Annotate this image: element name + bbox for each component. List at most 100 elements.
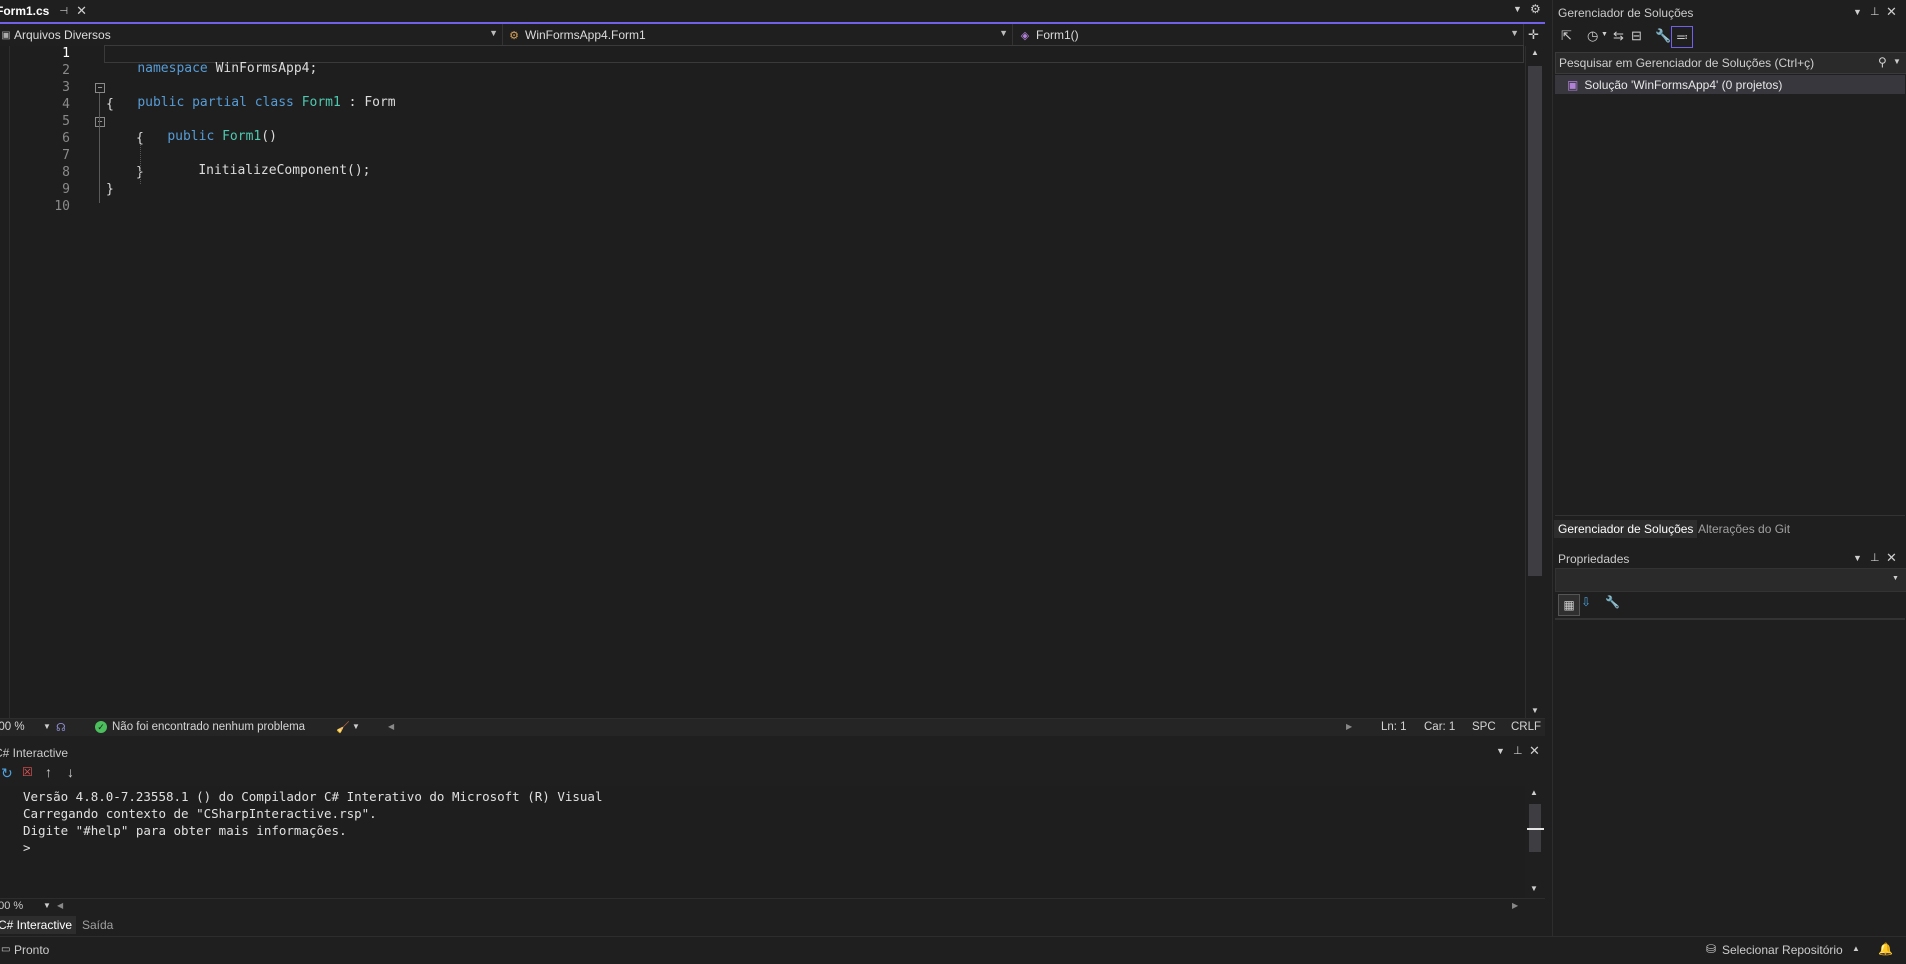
tab-list-dropdown-icon[interactable]: ▼ (1513, 4, 1522, 14)
gear-icon[interactable]: ⚙ (1530, 2, 1541, 16)
line-ending-indicator[interactable]: CRLF (1511, 721, 1541, 733)
line-number: 2 (62, 63, 70, 78)
chevron-down-icon[interactable]: ▼ (1853, 553, 1862, 563)
preview-icon[interactable]: ≕ (1671, 26, 1693, 48)
solution-label: Solução 'WinFormsApp4' (0 projetos) (1584, 77, 1783, 92)
interactive-window-header: C# Interactive ▼ ⊥ ✕ (0, 743, 1545, 762)
scroll-right-icon[interactable]: ▶ (1346, 722, 1352, 731)
sort-alpha-icon[interactable]: ⇩ (1581, 595, 1591, 609)
scroll-up-icon[interactable]: ▲ (1530, 788, 1538, 797)
pin-icon[interactable]: ⊥ (1513, 744, 1523, 757)
pin-icon[interactable]: ⊥ (1870, 551, 1880, 564)
keyword: public (137, 95, 185, 110)
chevron-down-icon[interactable]: ▼ (352, 722, 360, 731)
history-icon[interactable]: ◷ (1587, 28, 1598, 44)
interactive-status-line: 100 % ▼ ◀ ▶ (0, 898, 1545, 915)
arrow-up-icon[interactable]: ↑ (45, 764, 52, 780)
chevron-down-icon[interactable]: ▼ (43, 901, 51, 910)
scroll-right-icon[interactable]: ▶ (1512, 901, 1518, 910)
chevron-down-icon[interactable]: ▼ (1496, 746, 1505, 756)
navigation-bar: ▣ Arquivos Diversos ▼ ⚙ WinFormsApp4.For… (0, 24, 1545, 47)
copilot-icon[interactable]: ☊ (56, 721, 66, 734)
output-line: Versão 4.8.0-7.23558.1 () do Compilador … (23, 789, 603, 804)
scroll-down-icon[interactable]: ▼ (1531, 706, 1539, 715)
editor-status-line: 100 % ▼ ☊ ✓ Não foi encontrado nenhum pr… (0, 718, 1545, 736)
collapse-icon[interactable]: − (95, 83, 105, 93)
tab-form1-cs[interactable]: Form1.cs ⊣ ✕ (0, 0, 92, 22)
scroll-down-icon[interactable]: ▼ (1530, 884, 1538, 893)
cleanup-icon[interactable]: 🧹 (336, 721, 350, 734)
scroll-up-icon[interactable]: ▲ (1531, 48, 1539, 57)
bottom-tab-strip: C# Interactive Saída (0, 914, 1545, 936)
code-editor[interactable]: 1 2 3 4 5 6 7 8 9 10 − − namespace WinFo… (0, 45, 1525, 718)
issues-status[interactable]: Não foi encontrado nenhum problema (112, 721, 305, 733)
property-pages-icon[interactable]: 🔧 (1605, 595, 1620, 609)
solution-search-input[interactable]: Pesquisar em Gerenciador de Soluções (Ct… (1555, 52, 1906, 74)
tab-csharp-interactive[interactable]: C# Interactive (0, 916, 77, 934)
zoom-level[interactable]: 100 % (0, 721, 25, 733)
scroll-left-icon[interactable]: ◀ (388, 722, 394, 731)
interactive-zoom[interactable]: 100 % (0, 900, 23, 912)
close-icon[interactable]: ✕ (76, 3, 87, 19)
code-line-4: { (106, 97, 114, 112)
params: () (261, 129, 277, 144)
categorized-icon[interactable]: ▦ (1558, 594, 1580, 616)
class-dropdown[interactable]: ⚙ WinFormsApp4.Form1 ▼ (506, 24, 1013, 46)
switch-views-icon[interactable]: ⇱ (1561, 28, 1572, 44)
line-number: 8 (62, 165, 70, 180)
scroll-left-icon[interactable]: ◀ (57, 901, 63, 910)
interactive-output[interactable]: Versão 4.8.0-7.23558.1 () do Compilador … (0, 786, 1525, 898)
keyword: class (246, 95, 294, 110)
wrench-icon[interactable]: 🔧 (1655, 28, 1671, 44)
line-number: 7 (62, 148, 70, 163)
code-line-7: InitializeComponent(); (167, 148, 370, 193)
properties-title: Propriedades (1558, 552, 1630, 566)
constructor-name: Form1 (214, 129, 262, 144)
document-tab-strip: Form1.cs ⊣ ✕ ▼ ⚙ (0, 0, 1545, 24)
reset-icon[interactable]: ↻ (1, 765, 13, 782)
tab-output[interactable]: Saída (78, 916, 117, 934)
chevron-up-icon[interactable]: ▲ (1852, 944, 1860, 953)
tab-solution-explorer[interactable]: Gerenciador de Soluções (1554, 520, 1698, 538)
solution-node[interactable]: ▣ Solução 'WinFormsApp4' (0 projetos) (1555, 75, 1905, 94)
tab-filename: Form1.cs (0, 4, 50, 18)
select-repository-button[interactable]: Selecionar Repositório (1722, 943, 1843, 957)
chevron-down-icon[interactable]: ▼ (43, 722, 51, 731)
search-placeholder: Pesquisar em Gerenciador de Soluções (Ct… (1559, 56, 1815, 70)
arrow-down-icon[interactable]: ↓ (67, 764, 74, 780)
close-icon[interactable]: ✕ (1886, 550, 1897, 566)
notifications-icon[interactable]: 🔔 (1878, 942, 1893, 956)
interactive-toolbar: ↻ ☒ ↑ ↓ (0, 762, 1545, 786)
line-indicator[interactable]: Ln: 1 (1381, 721, 1407, 733)
project-dropdown[interactable]: ▣ Arquivos Diversos ▼ (0, 24, 503, 46)
collapse-all-icon[interactable]: ⊟ (1631, 28, 1642, 44)
clear-icon[interactable]: ☒ (22, 765, 33, 779)
sync-icon[interactable]: ⇆ (1613, 28, 1624, 44)
prompt[interactable]: > (23, 840, 31, 855)
close-icon[interactable]: ✕ (1529, 743, 1540, 759)
chevron-down-icon[interactable]: ▼ (1893, 57, 1901, 66)
interactive-vertical-scrollbar[interactable]: ▲ ▼ (1525, 786, 1545, 898)
scrollbar-thumb[interactable] (1528, 66, 1542, 576)
output-line: Carregando contexto de "CSharpInteractiv… (23, 806, 377, 821)
solution-explorer-title: Gerenciador de Soluções (1558, 6, 1694, 20)
char-indicator[interactable]: Car: 1 (1424, 721, 1455, 733)
chevron-down-icon: ▼ (999, 28, 1008, 38)
tab-git-changes[interactable]: Alterações do Git (1694, 520, 1794, 538)
pin-icon[interactable]: ⊥ (1870, 5, 1880, 18)
member-label: Form1() (1036, 28, 1079, 42)
properties-object-select[interactable]: ▼ (1555, 568, 1906, 592)
search-icon[interactable]: ⚲ (1878, 55, 1887, 69)
solution-explorer-tabs: Gerenciador de Soluções Alterações do Gi… (1553, 518, 1906, 540)
pin-icon[interactable]: ⊣ (59, 6, 68, 17)
whitespace-indicator[interactable]: SPC (1472, 721, 1496, 733)
properties-grid[interactable] (1555, 619, 1905, 937)
split-window-icon[interactable]: ✛ (1528, 27, 1539, 43)
chevron-down-icon[interactable]: ▼ (1853, 7, 1862, 17)
solution-tree-area[interactable] (1555, 95, 1905, 516)
collapse-icon[interactable]: − (95, 117, 105, 127)
chevron-down-icon[interactable]: ▼ (1601, 31, 1608, 38)
close-icon[interactable]: ✕ (1886, 4, 1897, 20)
gutter-margin (9, 46, 10, 718)
member-dropdown[interactable]: ◈ Form1() ▼ (1017, 24, 1524, 46)
